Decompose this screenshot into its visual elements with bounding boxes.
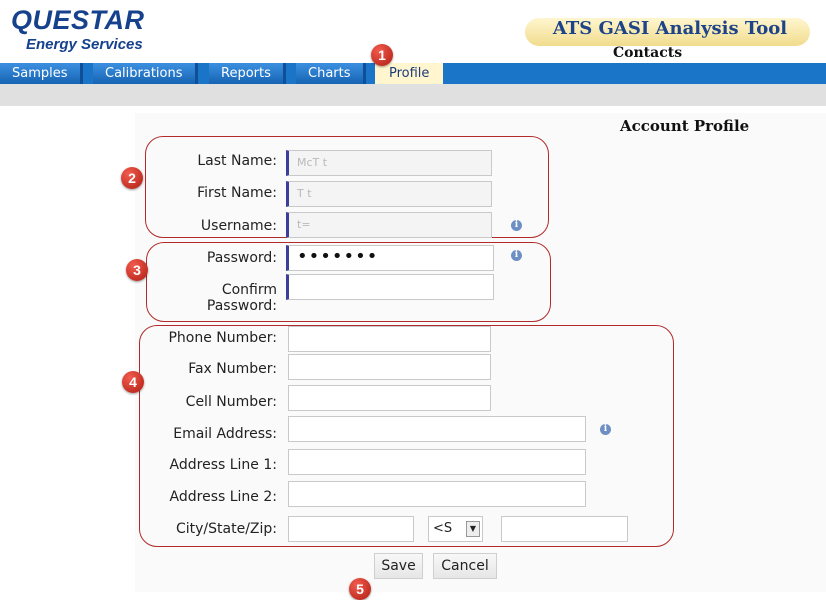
- email-field[interactable]: [288, 416, 586, 442]
- phone-label: Phone Number:: [168, 330, 277, 346]
- cell-label: Cell Number:: [185, 394, 277, 410]
- last-name-field[interactable]: McT t: [286, 150, 492, 176]
- confirm-password-field[interactable]: [286, 274, 494, 300]
- callout-badge-3: 3: [126, 259, 148, 281]
- cell-field[interactable]: [288, 385, 491, 411]
- tab-profile[interactable]: Profile: [375, 63, 444, 84]
- app-title: ATS GASI Analysis Tool: [552, 18, 788, 39]
- fax-field[interactable]: [288, 354, 491, 380]
- info-icon[interactable]: i: [600, 424, 611, 435]
- tab-reports[interactable]: Reports: [209, 63, 286, 84]
- app-header: QUESTAR Energy Services ATS GASI Analysi…: [0, 0, 826, 62]
- zip-field[interactable]: [501, 516, 628, 542]
- fax-label: Fax Number:: [188, 361, 277, 377]
- tab-samples[interactable]: Samples: [0, 63, 83, 84]
- company-logo-subtitle: Energy Services: [26, 36, 143, 53]
- callout-badge-4: 4: [122, 371, 144, 393]
- tab-charts[interactable]: Charts: [296, 63, 366, 84]
- callout-badge-2: 2: [121, 167, 143, 189]
- info-icon[interactable]: i: [511, 250, 522, 261]
- callout-badge-1: 1: [371, 44, 393, 66]
- first-name-field[interactable]: T t: [286, 181, 492, 207]
- section-title: Account Profile: [620, 117, 750, 135]
- sub-nav-bar: [0, 84, 826, 106]
- confirm-password-label: Confirm Password:: [206, 282, 277, 314]
- cancel-button[interactable]: Cancel: [433, 553, 497, 579]
- phone-field[interactable]: [288, 326, 491, 352]
- state-select-value: <S: [433, 521, 453, 536]
- company-logo: QUESTAR: [11, 5, 145, 35]
- dropdown-arrow-icon[interactable]: ▼: [466, 521, 480, 537]
- address-line-1-field[interactable]: [288, 449, 586, 475]
- username-field[interactable]: t=: [286, 212, 492, 238]
- callout-badge-5: 5: [349, 578, 371, 600]
- username-label: Username:: [200, 218, 277, 234]
- info-icon[interactable]: i: [511, 220, 522, 231]
- address-line-1-label: Address Line 1:: [169, 457, 277, 473]
- tab-calibrations[interactable]: Calibrations: [93, 63, 198, 84]
- password-field[interactable]: •••••••: [286, 245, 494, 271]
- address-line-2-label: Address Line 2:: [169, 489, 277, 505]
- city-field[interactable]: [288, 516, 414, 542]
- page-subtitle: Contacts: [613, 45, 683, 61]
- password-label: Password:: [206, 250, 277, 266]
- email-label: Email Address:: [173, 426, 277, 442]
- save-button[interactable]: Save: [374, 553, 423, 579]
- city-state-zip-label: City/State/Zip:: [175, 521, 277, 537]
- first-name-label: First Name:: [197, 185, 277, 201]
- address-line-2-field[interactable]: [288, 481, 586, 507]
- last-name-label: Last Name:: [197, 153, 277, 169]
